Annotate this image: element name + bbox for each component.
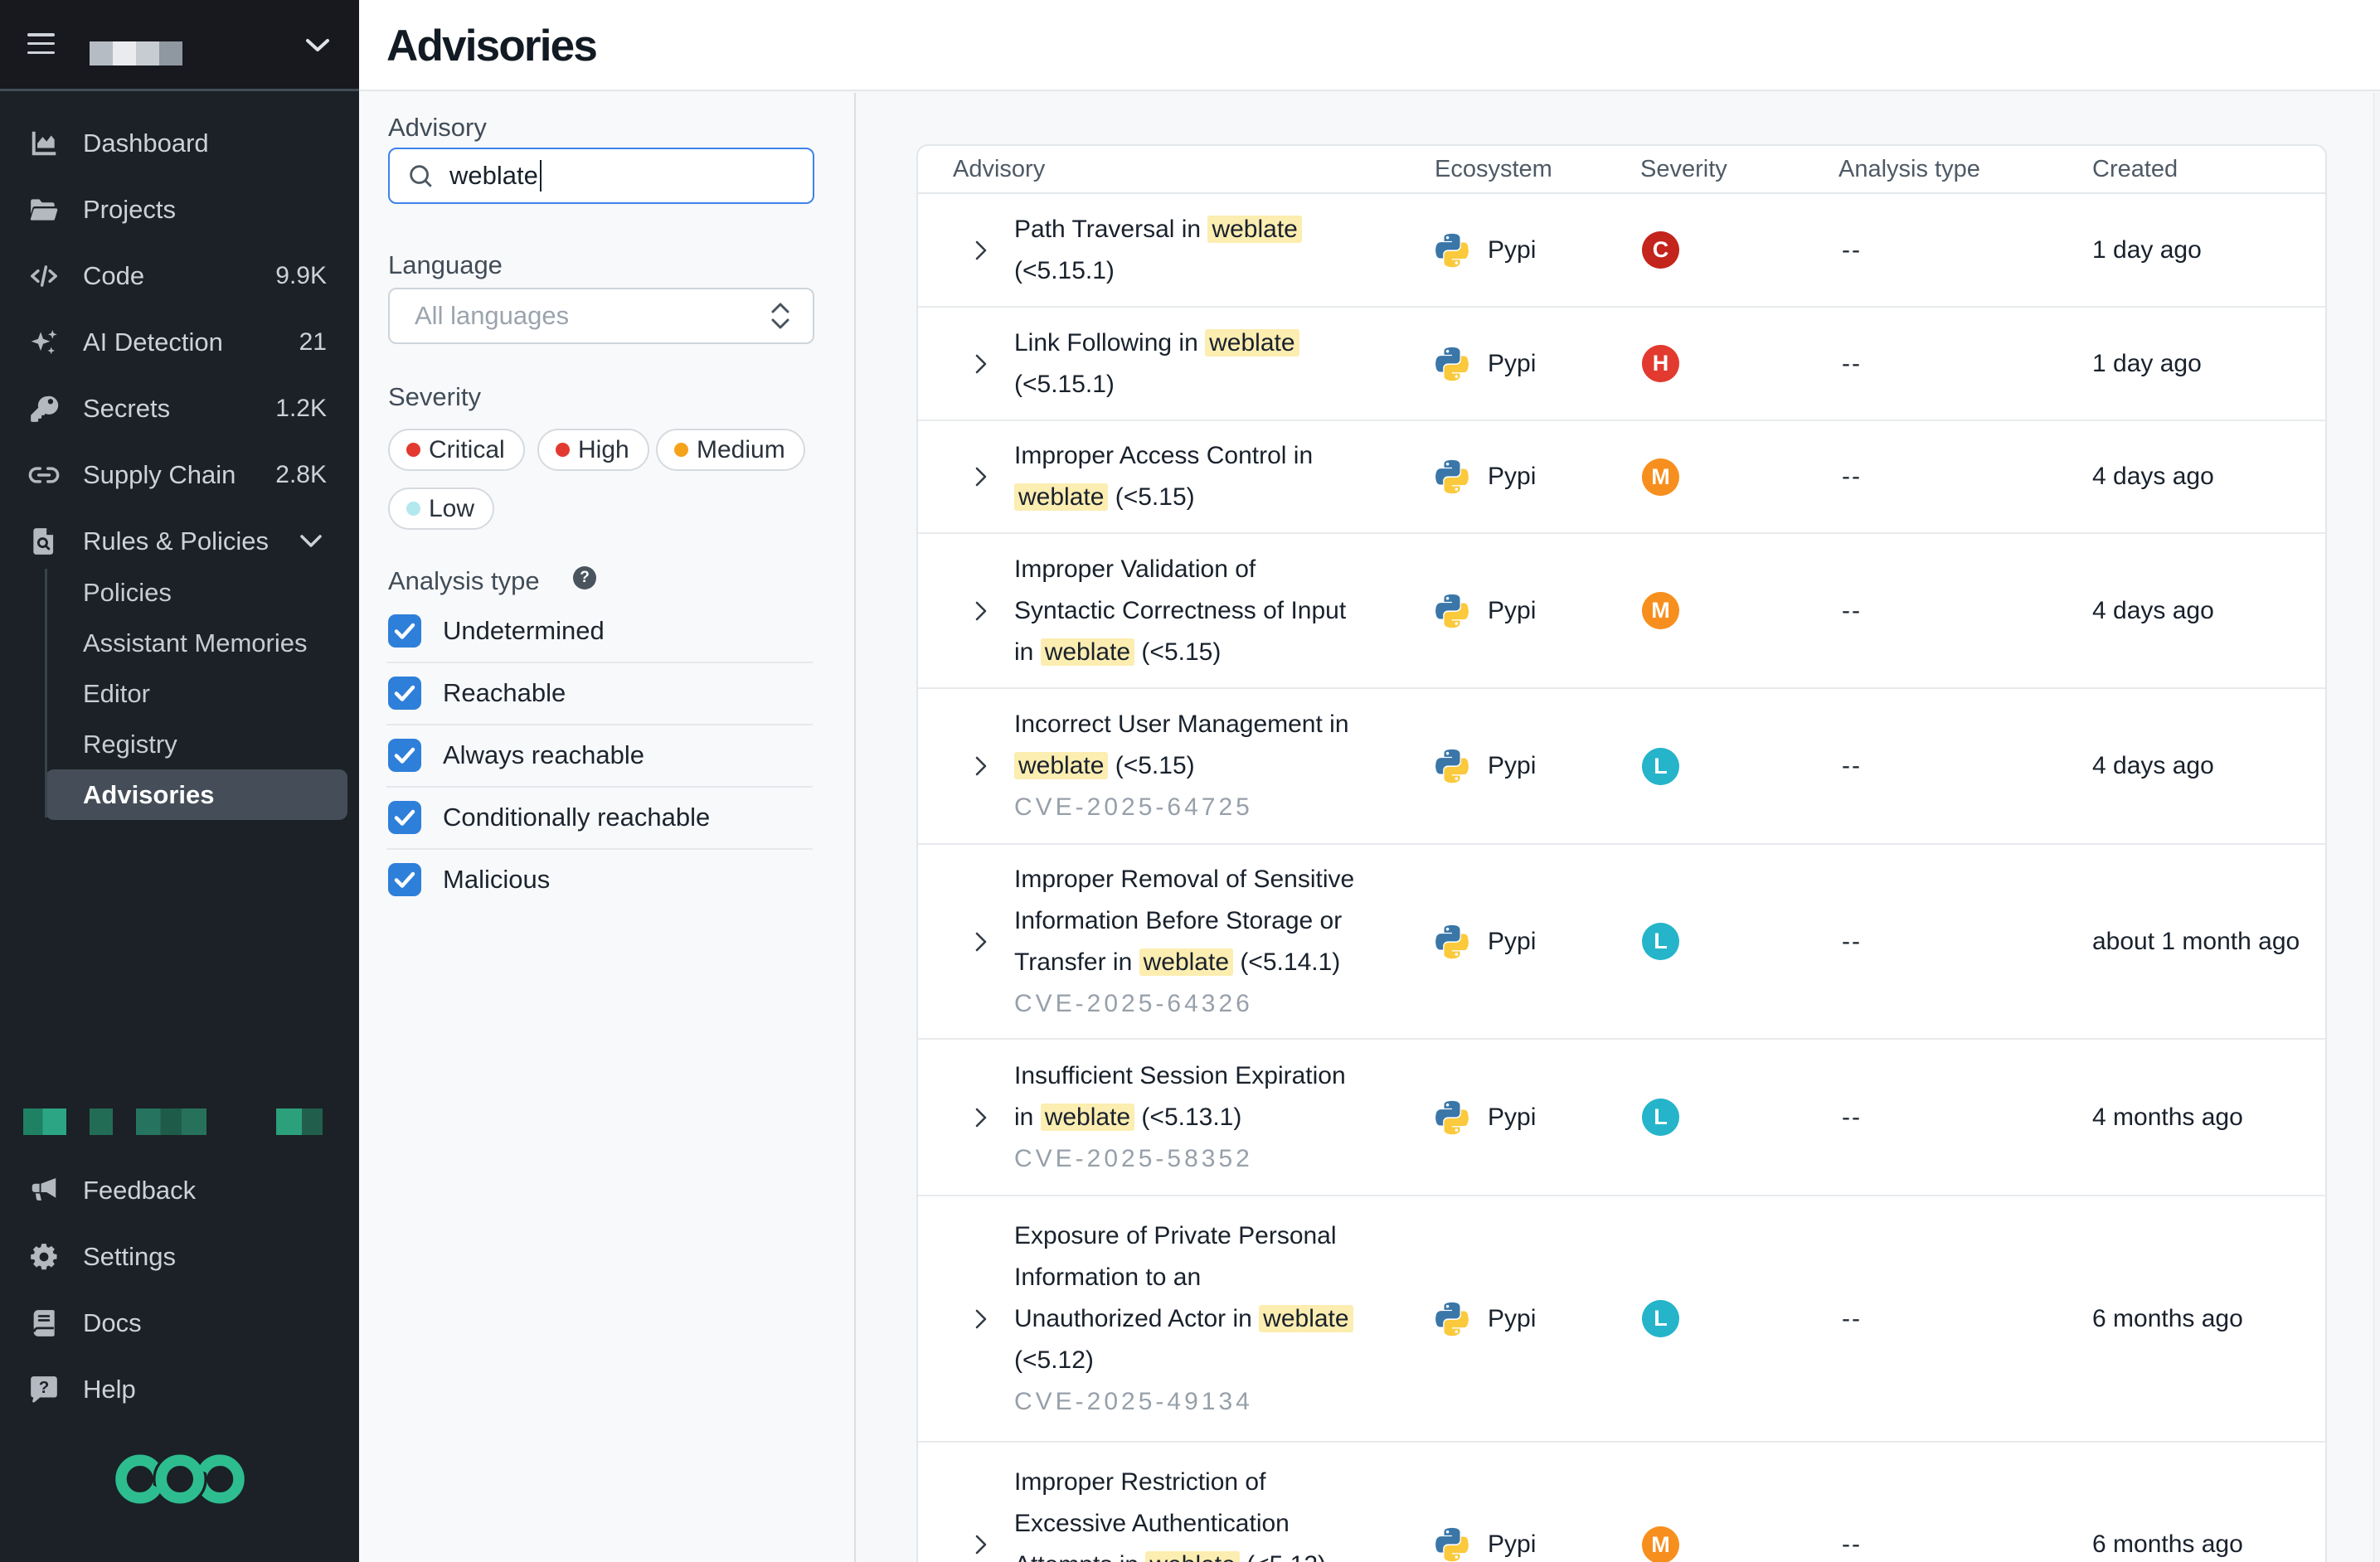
svg-text:?: ? xyxy=(39,1378,50,1397)
